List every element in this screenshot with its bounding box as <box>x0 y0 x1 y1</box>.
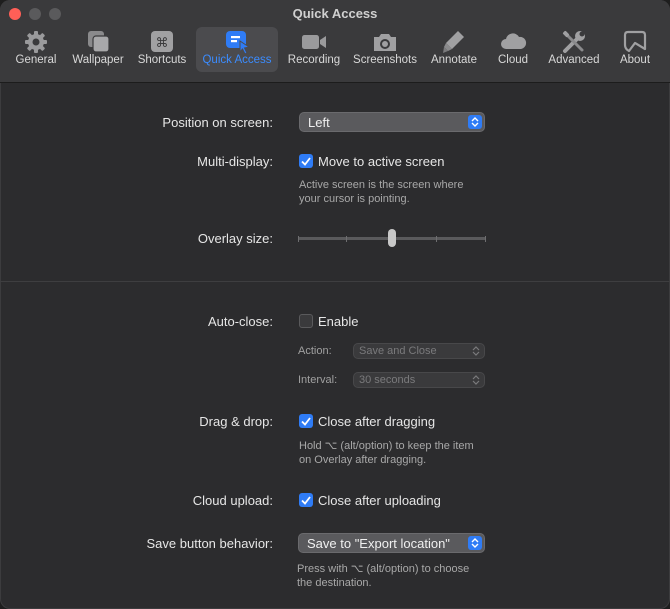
position-value: Left <box>308 115 330 130</box>
about-icon <box>623 30 647 53</box>
highlighter-icon <box>443 31 464 53</box>
window-title: Quick Access <box>292 6 378 21</box>
cloud-upload-label: Cloud upload: <box>192 493 273 508</box>
video-camera-icon <box>302 35 326 49</box>
select-stepper-icon <box>468 115 482 129</box>
auto-close-enable-label: Enable <box>318 314 359 329</box>
tab-label: Annotate <box>430 54 478 66</box>
tab-shortcuts[interactable]: ⌘ Shortcuts <box>132 27 192 72</box>
position-label: Position on screen: <box>162 115 273 130</box>
checkmark-icon <box>301 496 311 505</box>
tab-screenshots[interactable]: Screenshots <box>348 27 422 72</box>
close-after-uploading-label: Close after uploading <box>318 493 441 508</box>
tools-icon <box>562 30 585 53</box>
help-line: Press with ⌥ (alt/option) to choose <box>297 563 470 575</box>
wallpaper-icon <box>88 31 110 53</box>
help-line: Active screen is the screen where <box>299 179 464 191</box>
drag-drop-help: Hold ⌥ (alt/option) to keep the item on … <box>299 439 474 467</box>
help-line: your cursor is pointing. <box>299 193 410 205</box>
save-button-behavior-label: Save button behavior: <box>146 536 273 551</box>
tab-cloud[interactable]: Cloud <box>486 27 540 72</box>
overlay-size-label: Overlay size: <box>197 231 273 246</box>
multi-display-label: Multi-display: <box>197 154 273 169</box>
action-label: Action: <box>298 345 332 357</box>
save-button-behavior-value: Save to "Export location" <box>307 536 450 551</box>
drag-drop-label: Drag & drop: <box>199 414 273 429</box>
tab-wallpaper[interactable]: Wallpaper <box>66 27 130 72</box>
select-stepper-icon <box>472 346 480 356</box>
slider-tick <box>298 236 299 242</box>
action-value: Save and Close <box>359 345 437 357</box>
multi-display-help: Active screen is the screen where your c… <box>299 178 463 206</box>
tab-label: Cloud <box>497 54 529 66</box>
tab-label: Wallpaper <box>72 54 124 66</box>
action-select[interactable]: Save and Close <box>353 343 485 359</box>
interval-label: Interval: <box>298 374 338 386</box>
title-bar: Quick Access General Wallpaper ⌘ Shortcu… <box>0 0 670 83</box>
tab-label: General <box>15 54 57 66</box>
cloud-icon <box>501 33 527 49</box>
tab-label: Quick Access <box>202 54 272 66</box>
interval-value: 30 seconds <box>359 374 416 386</box>
camera-icon <box>374 34 396 51</box>
help-line: on Overlay after dragging. <box>299 454 427 466</box>
overlay-size-slider[interactable] <box>298 229 487 249</box>
move-to-active-screen-label: Move to active screen <box>318 154 445 169</box>
tab-advanced[interactable]: Advanced <box>544 27 604 72</box>
command-key-icon: ⌘ <box>151 31 173 52</box>
slider-tick <box>346 236 347 242</box>
gear-icon <box>25 31 47 53</box>
select-stepper-icon <box>468 536 482 550</box>
auto-close-label: Auto-close: <box>207 314 273 329</box>
close-after-uploading-checkbox[interactable] <box>299 493 313 507</box>
tab-label: Shortcuts <box>137 54 187 66</box>
svg-text:⌘: ⌘ <box>156 36 169 51</box>
tab-label: Screenshots <box>353 54 417 66</box>
auto-close-enable-checkbox[interactable] <box>299 314 313 328</box>
tab-general[interactable]: General <box>8 27 64 72</box>
help-line: the destination. <box>297 577 372 589</box>
tab-label: About <box>619 54 651 66</box>
checkmark-icon <box>301 417 311 426</box>
save-button-help: Press with ⌥ (alt/option) to choose the … <box>297 562 469 590</box>
save-button-behavior-select[interactable]: Save to "Export location" <box>298 533 485 553</box>
tab-annotate[interactable]: Annotate <box>426 27 482 72</box>
checkmark-icon <box>301 157 311 166</box>
tab-label: Recording <box>287 54 341 66</box>
tab-recording[interactable]: Recording <box>282 27 346 72</box>
help-line: Hold ⌥ (alt/option) to keep the item <box>299 440 474 452</box>
tab-label: Advanced <box>548 54 600 66</box>
tab-about[interactable]: About <box>608 27 662 72</box>
slider-tick <box>436 236 437 242</box>
select-stepper-icon <box>472 375 480 385</box>
slider-tick <box>485 236 486 242</box>
close-after-dragging-checkbox[interactable] <box>299 414 313 428</box>
slider-knob[interactable] <box>388 229 396 247</box>
quick-access-icon <box>226 31 251 55</box>
position-select[interactable]: Left <box>299 112 485 132</box>
section-divider <box>0 281 670 282</box>
close-after-dragging-label: Close after dragging <box>318 414 436 429</box>
tab-quick-access[interactable]: Quick Access <box>196 27 278 72</box>
move-to-active-screen-checkbox[interactable] <box>299 154 313 168</box>
preferences-window: Quick Access General Wallpaper ⌘ Shortcu… <box>0 0 670 609</box>
interval-select[interactable]: 30 seconds <box>353 372 485 388</box>
